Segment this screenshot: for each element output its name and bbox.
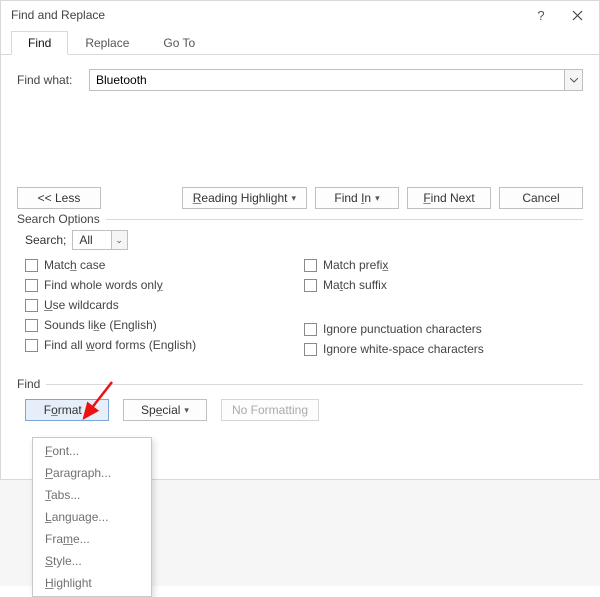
checkbox-box	[25, 279, 38, 292]
menu-item-frame[interactable]: Frame...	[33, 528, 151, 550]
match-suffix-label: Match suffix	[323, 278, 387, 292]
checkbox-box	[304, 279, 317, 292]
reading-highlight-label: Reading Highlight	[193, 191, 288, 205]
wildcards-label: Use wildcards	[44, 298, 119, 312]
chevron-down-icon	[570, 78, 578, 83]
search-options-group: Search Options Search; All ⌄ Match case …	[17, 219, 583, 356]
window-title: Find and Replace	[11, 8, 523, 22]
format-dropdown-menu: Font... Paragraph... Tabs... Language...…	[32, 437, 152, 597]
find-in-label: Find In	[334, 191, 371, 205]
special-button[interactable]: Special ▾	[123, 399, 207, 421]
checkbox-box	[25, 299, 38, 312]
caret-down-icon: ▾	[291, 193, 296, 204]
cancel-button[interactable]: Cancel	[499, 187, 583, 209]
match-prefix-checkbox[interactable]: Match prefix	[304, 258, 583, 272]
caret-down-icon: ▾	[86, 405, 91, 416]
reading-highlight-button[interactable]: Reading Highlight▾	[182, 187, 307, 209]
find-replace-dialog: Find and Replace ? Find Replace Go To Fi…	[0, 0, 600, 480]
match-case-checkbox[interactable]: Match case	[25, 258, 304, 272]
find-what-input[interactable]	[90, 70, 564, 90]
find-group-legend: Find	[17, 377, 46, 391]
match-prefix-label: Match prefix	[323, 258, 388, 272]
menu-item-language[interactable]: Language...	[33, 506, 151, 528]
whole-words-checkbox[interactable]: Find whole words only	[25, 278, 304, 292]
title-bar: Find and Replace ?	[1, 1, 599, 29]
caret-down-icon: ▾	[375, 193, 380, 204]
ignore-punct-label: Ignore punctuation characters	[323, 322, 482, 336]
tab-goto[interactable]: Go To	[146, 31, 212, 54]
sounds-like-checkbox[interactable]: Sounds like (English)	[25, 318, 304, 332]
tab-find[interactable]: Find	[11, 31, 68, 55]
chevron-down-icon: ⌄	[111, 231, 127, 249]
checkbox-box	[304, 323, 317, 336]
special-button-label: Special	[141, 403, 180, 417]
tab-replace[interactable]: Replace	[68, 31, 146, 54]
format-button[interactable]: Format ▾	[25, 399, 109, 421]
tab-find-label: Find	[28, 36, 51, 50]
search-direction-value: All	[73, 233, 110, 247]
no-formatting-label: No Formatting	[232, 403, 308, 417]
menu-item-highlight[interactable]: Highlight	[33, 572, 151, 594]
checkbox-box	[25, 259, 38, 272]
tab-strip: Find Replace Go To	[1, 29, 599, 55]
checkbox-box	[25, 319, 38, 332]
close-button[interactable]	[559, 2, 595, 28]
no-formatting-button: No Formatting	[221, 399, 319, 421]
menu-item-style[interactable]: Style...	[33, 550, 151, 572]
less-button-label: << Less	[38, 191, 81, 205]
checkbox-box	[25, 339, 38, 352]
search-options-legend: Search Options	[17, 212, 106, 226]
find-what-dropdown[interactable]	[564, 70, 582, 90]
find-in-button[interactable]: Find In ▾	[315, 187, 399, 209]
match-suffix-checkbox[interactable]: Match suffix	[304, 278, 583, 292]
find-what-field	[89, 69, 583, 91]
find-next-label: Find Next	[423, 191, 474, 205]
ignore-whitespace-label: Ignore white-space characters	[323, 342, 484, 356]
less-button[interactable]: << Less	[17, 187, 101, 209]
word-forms-checkbox[interactable]: Find all word forms (English)	[25, 338, 304, 352]
wildcards-checkbox[interactable]: Use wildcards	[25, 298, 304, 312]
menu-item-paragraph[interactable]: Paragraph...	[33, 462, 151, 484]
find-next-button[interactable]: Find Next	[407, 187, 491, 209]
whole-words-label: Find whole words only	[44, 278, 163, 292]
ignore-punct-checkbox[interactable]: Ignore punctuation characters	[304, 322, 583, 336]
checkbox-box	[304, 343, 317, 356]
dialog-body: Find what:	[1, 55, 599, 187]
help-button[interactable]: ?	[523, 2, 559, 28]
tab-replace-label: Replace	[85, 36, 129, 50]
find-what-label: Find what:	[17, 73, 89, 87]
menu-item-font[interactable]: Font...	[33, 440, 151, 462]
word-forms-label: Find all word forms (English)	[44, 338, 196, 352]
checkbox-box	[304, 259, 317, 272]
search-direction-select[interactable]: All ⌄	[72, 230, 127, 250]
ignore-whitespace-checkbox[interactable]: Ignore white-space characters	[304, 342, 583, 356]
sounds-like-label: Sounds like (English)	[44, 318, 157, 332]
format-button-label: Format	[44, 403, 82, 417]
search-direction-label: Search;	[25, 233, 66, 247]
tab-goto-label: Go To	[163, 36, 195, 50]
close-icon	[572, 10, 583, 21]
caret-down-icon: ▾	[184, 405, 189, 416]
cancel-button-label: Cancel	[522, 191, 559, 205]
menu-item-tabs[interactable]: Tabs...	[33, 484, 151, 506]
find-formatting-group: Find Format▾ Special▾ No Formatting	[17, 384, 583, 421]
match-case-label: Match case	[44, 258, 105, 272]
